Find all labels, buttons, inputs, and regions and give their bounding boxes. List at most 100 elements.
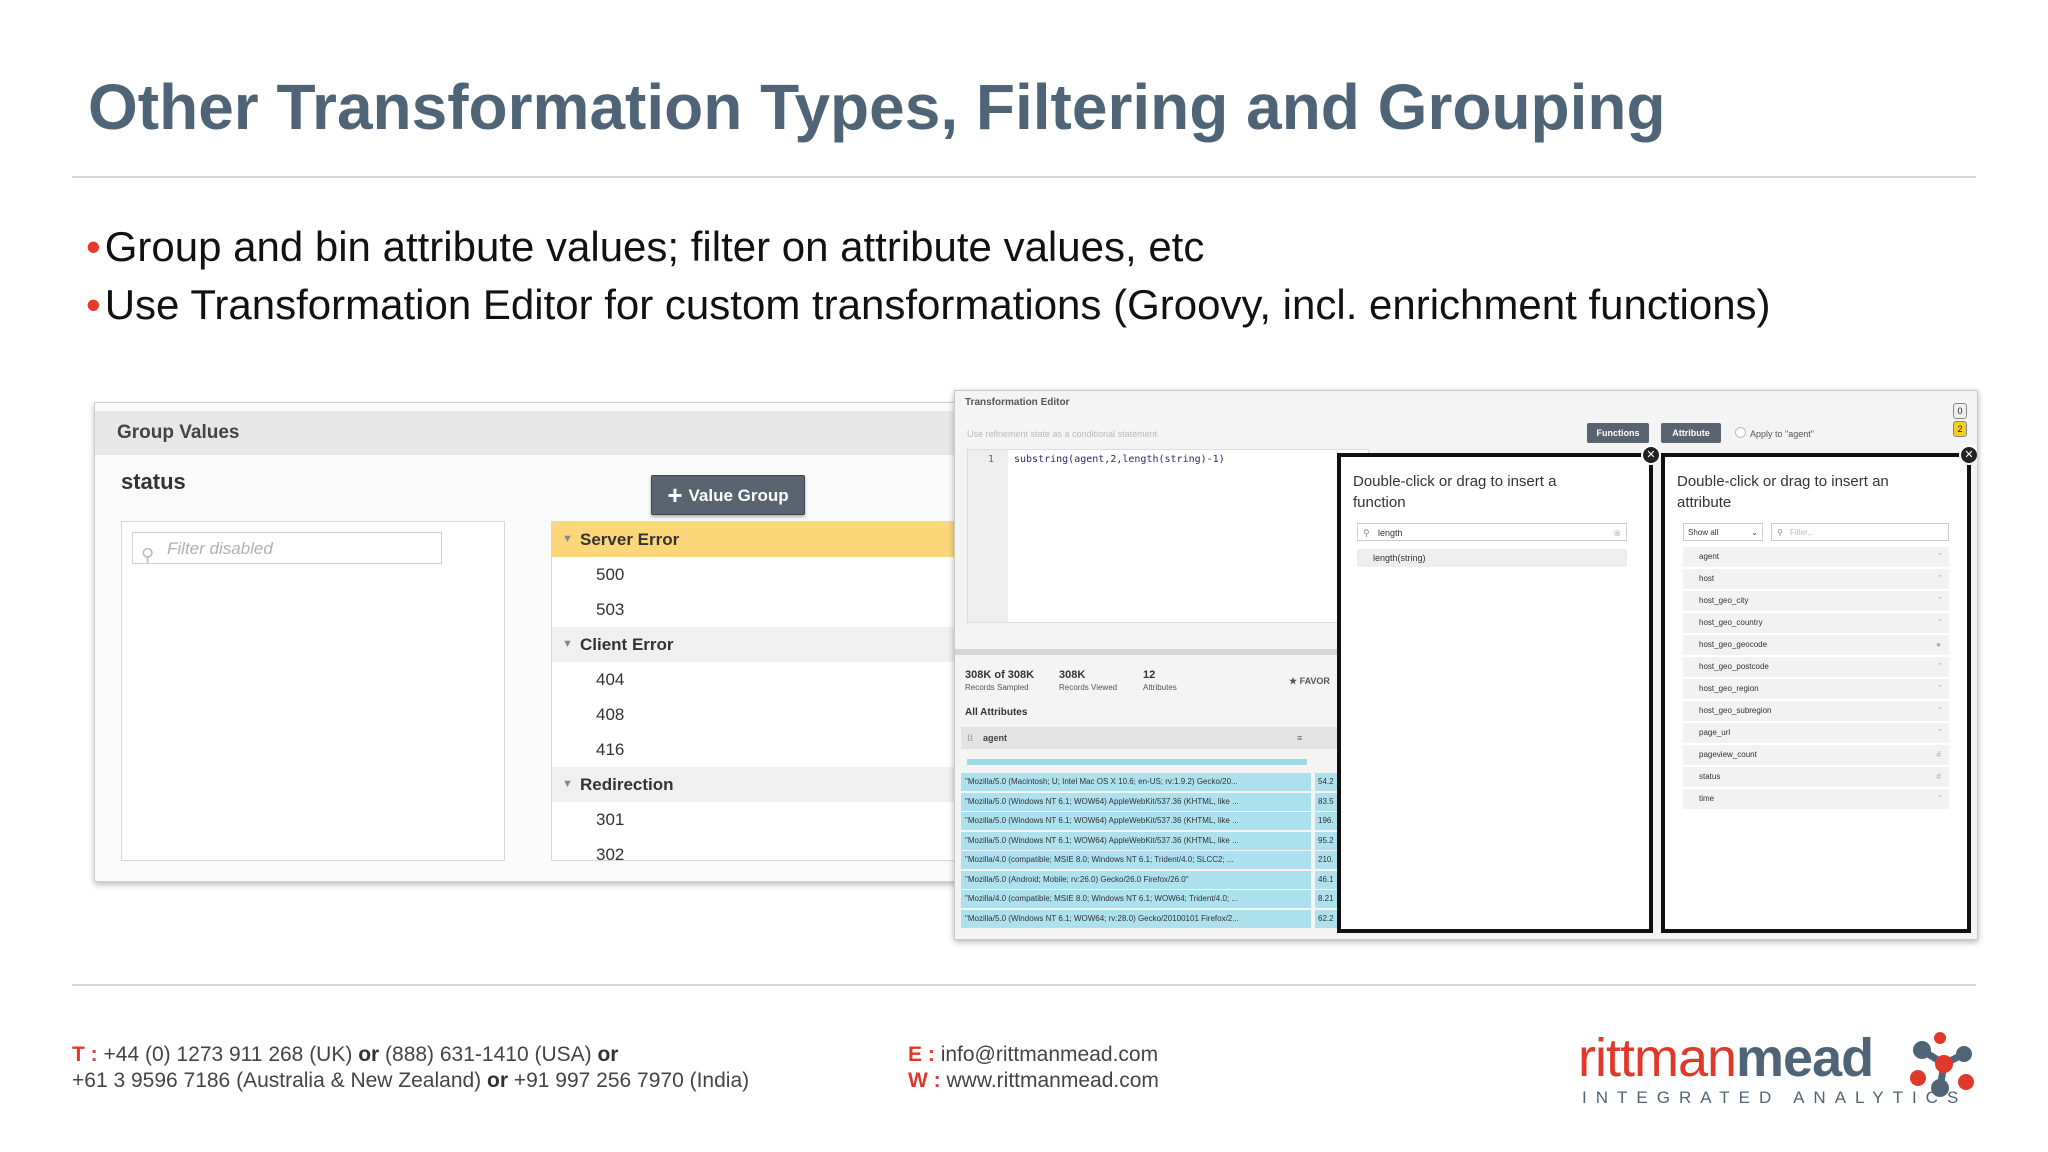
functions-button[interactable]: Functions	[1587, 423, 1649, 443]
attribute-type-icon: ”	[1938, 574, 1941, 583]
favorites-button[interactable]: ★ FAVOR	[1289, 676, 1330, 687]
group-value-item[interactable]: 408	[552, 697, 956, 732]
attribute-type-icon: #	[1936, 772, 1941, 781]
group-values-panel: Group Values status ⚲ Filter disabled + V…	[94, 402, 957, 882]
stat-value: 12	[1143, 669, 1156, 681]
attribute-item[interactable]: host_geo_geocode ●	[1683, 635, 1949, 657]
group-value-item[interactable]: 302	[552, 837, 956, 860]
stat-value: 308K	[1059, 669, 1086, 681]
transformation-editor-panel: Transformation Editor Use refinement sta…	[954, 390, 1978, 940]
add-value-group-button[interactable]: + Value Group	[651, 475, 805, 515]
attribute-item[interactable]: host_geo_subregion”	[1683, 701, 1949, 723]
attribute-item[interactable]: host_geo_region”	[1683, 679, 1949, 701]
table-row[interactable]: "Mozilla/5.0 (Windows NT 6.1; WOW64) App…	[961, 792, 1361, 813]
attribute-item[interactable]: page_url”	[1683, 723, 1949, 745]
website-link[interactable]: www.rittmanmead.com	[947, 1069, 1159, 1092]
group-value-item[interactable]: 503	[552, 592, 956, 627]
molecule-logo-icon	[1910, 1032, 1974, 1097]
attribute-item[interactable]: host_geo_postcode”	[1683, 657, 1949, 679]
table-row[interactable]: "Mozilla/4.0 (compatible; MSIE 8.0; Wind…	[961, 890, 1361, 910]
attribute-item[interactable]: pageview_count #	[1683, 745, 1949, 767]
function-result-item[interactable]: length(string)	[1357, 549, 1627, 567]
all-attributes-label: All Attributes	[965, 707, 1028, 718]
star-icon: ★	[1289, 676, 1300, 686]
close-icon[interactable]: ✕	[1641, 445, 1661, 465]
attribute-type-icon: ”	[1938, 618, 1941, 627]
email-label: E :	[908, 1043, 935, 1066]
collapse-triangle-icon[interactable]: ▼	[562, 627, 573, 662]
search-icon: ⚲	[1363, 528, 1370, 538]
attribute-type-icon: ”	[1938, 596, 1941, 605]
search-icon: ⚲	[141, 545, 155, 565]
drag-handle-icon[interactable]: ⁞⁞	[967, 727, 973, 749]
pane-divider[interactable]	[955, 649, 1347, 655]
table-row[interactable]: "Mozilla/4.0 (compatible; MSIE 8.0; Wind…	[961, 851, 1361, 871]
attribute-item[interactable]: host”	[1683, 569, 1949, 591]
attribute-item[interactable]: status #	[1683, 767, 1949, 789]
email-link[interactable]: info@rittmanmead.com	[941, 1043, 1158, 1066]
attribute-item[interactable]: host_geo_country”	[1683, 613, 1949, 635]
function-search-input[interactable]: ⚲ length ⊗	[1357, 523, 1627, 541]
attribute-filter-input[interactable]: ⚲ Filter...	[1771, 523, 1949, 541]
radio-icon[interactable]	[1735, 427, 1746, 438]
attribute-button[interactable]: Attribute	[1661, 423, 1721, 443]
values-filter-input[interactable]: ⚲ Filter disabled	[132, 532, 442, 565]
bullet-item: •Group and bin attribute values; filter …	[86, 223, 1205, 270]
table-row[interactable]: "Mozilla/5.0 (Macintosh; U; Intel Mac OS…	[961, 773, 1361, 793]
clear-search-icon[interactable]: ⊗	[1613, 524, 1621, 542]
agent-column-header[interactable]: ⁞⁞ agent ≡	[961, 727, 1351, 749]
attribute-type-icon: ”	[1938, 684, 1941, 693]
bullet-list: •Group and bin attribute values; filter …	[86, 218, 1771, 334]
attribute-type-icon: ”	[1938, 706, 1941, 715]
group-redirection[interactable]: ▼ Redirection	[552, 767, 956, 802]
footer-divider	[72, 984, 1976, 986]
search-icon: ⚲	[1777, 528, 1783, 537]
group-value-item[interactable]: 416	[552, 732, 956, 767]
group-field-name: status	[121, 469, 186, 494]
attribute-picker-popup: ✕ Double-click or drag to insert an attr…	[1661, 445, 1977, 933]
conditional-hint[interactable]: Use refinement state as a conditional st…	[967, 429, 1157, 439]
collapse-triangle-icon[interactable]: ▼	[562, 522, 573, 557]
plus-icon: +	[667, 480, 683, 510]
ungrouped-values-list: ⚲ Filter disabled	[121, 521, 505, 861]
data-rows: "Mozilla/5.0 (Macintosh; U; Intel Mac OS…	[961, 773, 1361, 929]
group-value-item[interactable]: 404	[552, 662, 956, 697]
badge-count: 2	[1953, 421, 1967, 437]
show-filter-select[interactable]: Show all ⌄	[1683, 523, 1763, 541]
attribute-item[interactable]: host_geo_city”	[1683, 591, 1949, 613]
group-client-error[interactable]: ▼ Client Error	[552, 627, 956, 662]
line-gutter	[968, 450, 1008, 622]
collapse-triangle-icon[interactable]: ▼	[562, 767, 573, 802]
code-line[interactable]: substring(agent,2,length(string)-1)	[1014, 454, 1225, 465]
attribute-item[interactable]: agent”	[1683, 547, 1949, 569]
web-label: W :	[908, 1069, 941, 1092]
stat-label: Records Sampled	[965, 683, 1029, 692]
group-value-item[interactable]: 301	[552, 802, 956, 837]
stat-value: 308K of 308K	[965, 669, 1035, 681]
table-row[interactable]: "Mozilla/5.0 (Windows NT 6.1; WOW64; rv:…	[961, 909, 1361, 930]
bullet-dot: •	[86, 223, 101, 270]
table-row[interactable]: "Mozilla/5.0 (Windows NT 6.1; WOW64) App…	[961, 812, 1361, 832]
function-picker-popup: ✕ Double-click or drag to insert a funct…	[1337, 445, 1661, 933]
group-value-item[interactable]: 500	[552, 557, 956, 592]
attribute-type-icon: #	[1936, 750, 1941, 759]
apply-to-agent-radio[interactable]: Apply to "agent"	[1735, 427, 1814, 439]
attribute-type-icon: ”	[1938, 794, 1941, 803]
value-groups-list: ▼ Server Error 500 503 ▼ Client Error 404 …	[551, 521, 957, 861]
value-distribution-bar	[967, 759, 1307, 765]
group-server-error[interactable]: ▼ Server Error	[552, 522, 956, 557]
stat-label: Records Viewed	[1059, 683, 1118, 692]
attribute-type-icon: ”	[1938, 552, 1941, 561]
attribute-type-icon: ”	[1938, 728, 1941, 737]
table-row[interactable]: "Mozilla/5.0 (Android; Mobile; rv:26.0) …	[961, 870, 1361, 891]
column-menu-icon[interactable]: ≡	[1297, 727, 1302, 749]
table-row[interactable]: "Mozilla/5.0 (Windows NT 6.1; WOW64) App…	[961, 831, 1361, 852]
code-editor[interactable]: 1 substring(agent,2,length(string)-1)	[967, 449, 1369, 623]
title-divider	[72, 176, 1976, 178]
footer-contact: T : +44 (0) 1273 911 268 (UK) or (888) 6…	[72, 1043, 750, 1092]
close-icon[interactable]: ✕	[1959, 445, 1977, 465]
stat-label: Attributes	[1143, 683, 1177, 692]
slide-title: Other Transformation Types, Filtering an…	[88, 71, 1666, 143]
attribute-item[interactable]: time”	[1683, 789, 1949, 811]
footer-web: E : info@rittmanmead.com W : www.rittman…	[908, 1042, 1159, 1094]
